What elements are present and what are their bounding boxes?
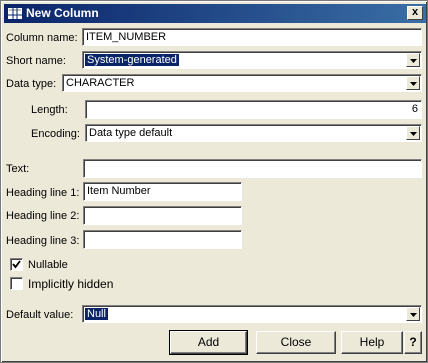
add-button[interactable]: Add: [169, 330, 248, 355]
short-name-value: System-generated: [85, 54, 179, 66]
column-name-label: Column name:: [6, 32, 78, 44]
checkmark-icon: [12, 260, 21, 269]
default-value-value: Null: [85, 308, 108, 320]
close-icon: x: [411, 6, 419, 18]
data-type-dropdown-button[interactable]: [406, 76, 420, 90]
short-name-dropdown-button[interactable]: [406, 53, 420, 67]
implicitly-hidden-checkbox[interactable]: [10, 277, 23, 290]
heading-line-2-label: Heading line 2:: [6, 210, 80, 222]
data-type-combo[interactable]: CHARACTER: [62, 74, 422, 92]
default-value-label: Default value:: [6, 309, 74, 321]
short-name-label: Short name:: [6, 55, 66, 67]
column-name-input[interactable]: ITEM_NUMBER: [82, 28, 422, 46]
data-type-label: Data type:: [6, 78, 57, 90]
title-bar[interactable]: New Column x: [4, 4, 426, 23]
whats-this-button[interactable]: ?: [404, 331, 422, 354]
encoding-label: Encoding:: [31, 128, 80, 140]
close-window-button[interactable]: x: [407, 6, 423, 20]
short-name-combo[interactable]: System-generated: [82, 51, 422, 69]
heading-line-1-input[interactable]: Item Number: [83, 182, 242, 201]
data-type-value: CHARACTER: [66, 77, 135, 89]
encoding-combo[interactable]: Data type default: [85, 124, 422, 142]
window-title: New Column: [26, 6, 99, 20]
nullable-checkbox[interactable]: [10, 258, 23, 271]
chevron-down-icon: [410, 132, 417, 136]
encoding-dropdown-button[interactable]: [406, 126, 420, 140]
text-label: Text:: [6, 163, 30, 175]
chevron-down-icon: [410, 82, 417, 86]
chevron-down-icon: [410, 59, 417, 63]
default-value-dropdown-button[interactable]: [406, 307, 420, 321]
heading-line-3-input[interactable]: [83, 230, 242, 249]
heading-line-3-label: Heading line 3:: [6, 235, 80, 247]
table-icon: [8, 8, 22, 19]
implicitly-hidden-label[interactable]: Implicitly hidden: [28, 277, 113, 291]
length-input[interactable]: 6: [85, 100, 422, 119]
chevron-down-icon: [410, 313, 417, 317]
text-input[interactable]: [83, 159, 422, 178]
length-label: Length:: [31, 104, 68, 116]
nullable-label[interactable]: Nullable: [28, 259, 68, 271]
heading-line-1-label: Heading line 1:: [6, 187, 80, 199]
help-button[interactable]: Help: [341, 331, 403, 354]
close-button[interactable]: Close: [256, 331, 336, 354]
heading-line-2-input[interactable]: [83, 206, 242, 225]
new-column-dialog: New Column x Column name: ITEM_NUMBER Sh…: [0, 0, 428, 363]
encoding-value: Data type default: [89, 127, 173, 139]
default-value-combo[interactable]: Null: [82, 305, 422, 323]
